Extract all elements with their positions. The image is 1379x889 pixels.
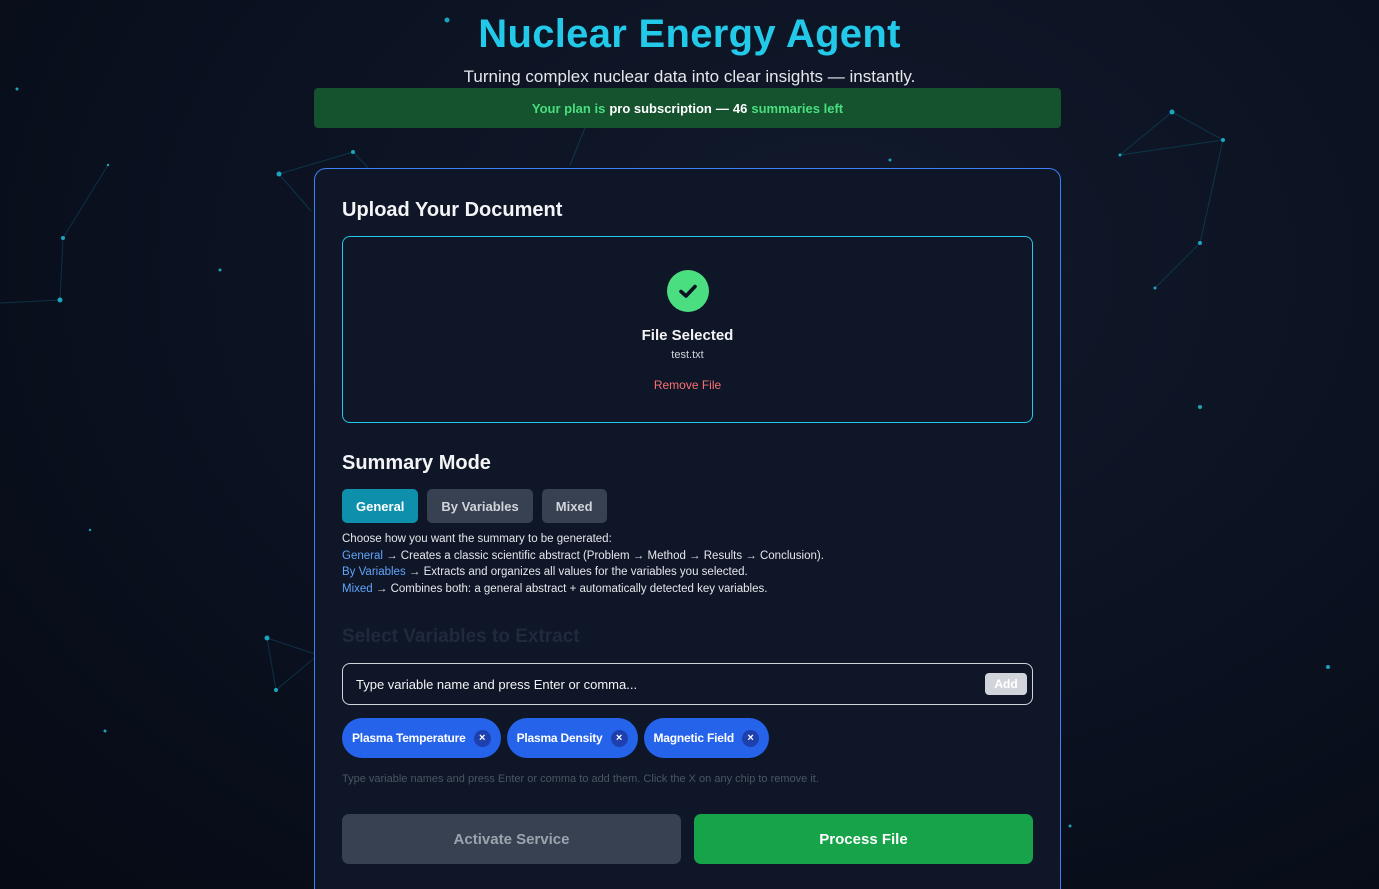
variable-input-box: Add — [342, 663, 1033, 705]
check-circle-icon — [667, 270, 709, 312]
add-variable-button[interactable]: Add — [985, 673, 1027, 695]
mode-help-text: → Extracts and organizes all values for … — [405, 566, 748, 579]
variable-chips: Plasma Temperature × Plasma Density × Ma… — [342, 718, 770, 758]
mode-help-intro: Choose how you want the summary to be ge… — [342, 533, 612, 545]
variable-chip: Plasma Temperature × — [342, 718, 501, 758]
mode-help-term: General — [342, 549, 383, 562]
plan-status-banner: Your plan is pro subscription — 46 summa… — [314, 88, 1061, 128]
mode-by-variables-button[interactable]: By Variables — [427, 489, 533, 523]
mode-help-text: → Creates a classic scientific abstract … — [382, 549, 824, 562]
summaries-remaining-count: 46 — [732, 100, 748, 116]
page-title: Nuclear Energy Agent — [478, 12, 901, 56]
variable-chip: Plasma Density × — [506, 718, 638, 758]
mode-general-button[interactable]: General — [342, 489, 419, 523]
close-icon[interactable]: × — [742, 729, 760, 747]
variable-chip-label: Magnetic Field — [653, 731, 735, 745]
plan-suffix: summaries left — [751, 100, 844, 116]
mode-help-by-variables: By Variables → Extracts and organizes al… — [342, 564, 1032, 581]
variable-chip-label: Plasma Density — [516, 731, 603, 745]
selected-file-name: test.txt — [671, 349, 704, 361]
mode-help-mixed: Mixed → Combines both: a general abstrac… — [342, 581, 1032, 598]
plan-name: pro subscription — [609, 100, 712, 116]
file-dropzone[interactable]: File Selected test.txt Remove File — [342, 236, 1033, 423]
mode-mixed-button[interactable]: Mixed — [541, 489, 607, 523]
page-tagline: Turning complex nuclear data into clear … — [463, 67, 916, 86]
activate-service-button[interactable]: Activate Service — [342, 814, 681, 864]
main-card: Upload Your Document File Selected test.… — [314, 168, 1061, 889]
mode-help-term: Mixed — [342, 583, 373, 596]
plan-separator: — — [715, 100, 729, 116]
mode-help-text: → Combines both: a general abstract + au… — [372, 583, 768, 596]
mode-help-general: General → Creates a classic scientific a… — [342, 548, 1032, 565]
variable-chip: Magnetic Field × — [643, 718, 770, 758]
variable-chip-label: Plasma Temperature — [352, 731, 466, 745]
plan-prefix: Your plan is — [531, 100, 606, 116]
file-status-label: File Selected — [641, 327, 734, 344]
close-icon[interactable]: × — [610, 729, 628, 747]
variable-input[interactable] — [343, 664, 973, 704]
summary-mode-selector: General By Variables Mixed — [342, 489, 607, 523]
summary-mode-heading: Summary Mode — [342, 452, 491, 474]
process-file-button[interactable]: Process File — [694, 814, 1033, 864]
summary-mode-help: Choose how you want the summary to be ge… — [342, 531, 1032, 598]
remove-file-link[interactable]: Remove File — [654, 378, 721, 392]
mode-help-term: By Variables — [342, 566, 406, 579]
variables-heading: Select Variables to Extract — [342, 626, 580, 647]
upload-heading: Upload Your Document — [342, 199, 563, 221]
close-icon[interactable]: × — [473, 729, 491, 747]
variables-hint: Type variable names and press Enter or c… — [342, 773, 819, 785]
